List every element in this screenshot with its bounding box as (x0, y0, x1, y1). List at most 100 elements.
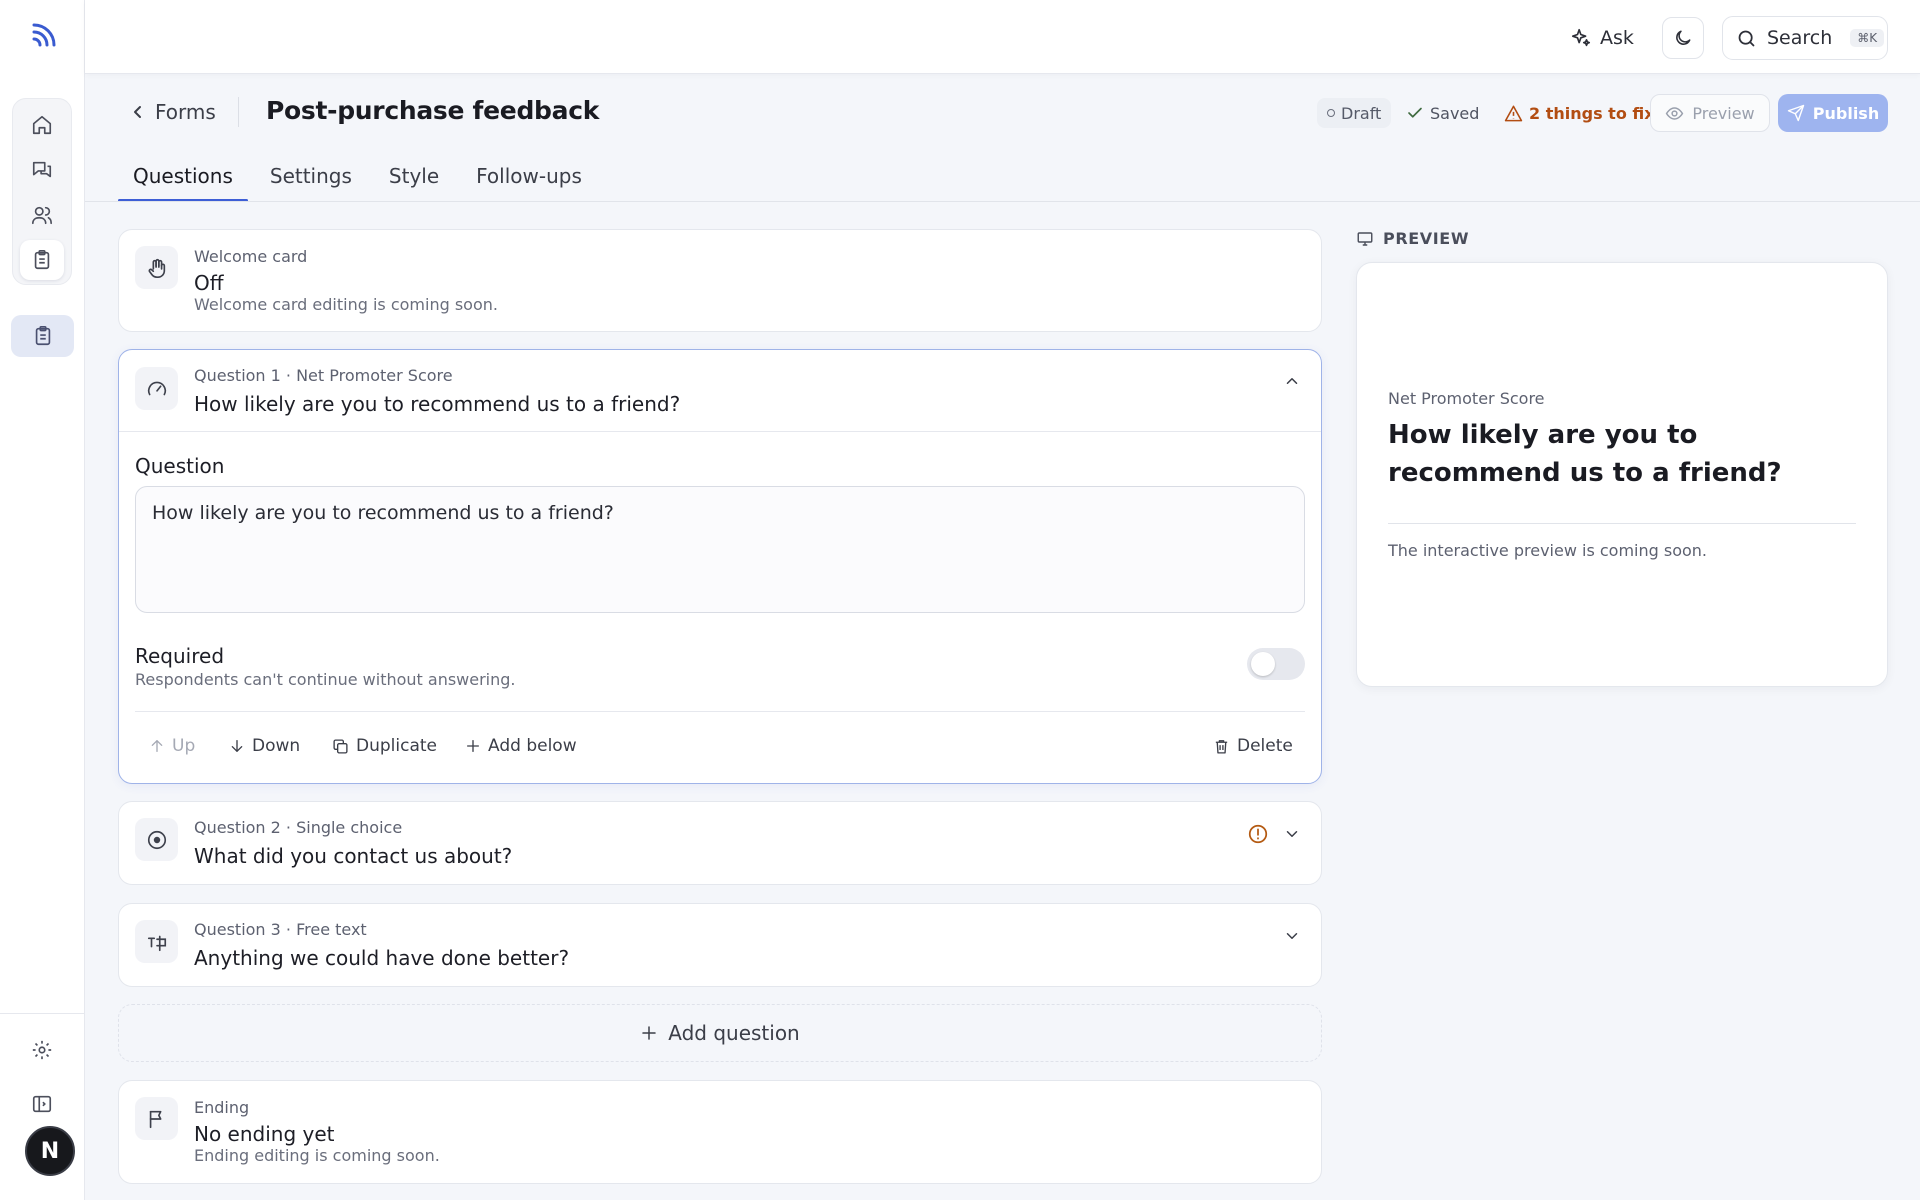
editor-tabs: Questions Settings Style Follow-ups (118, 154, 597, 202)
question-3-meta: Question 3 · Free text (194, 920, 367, 939)
check-icon (1406, 104, 1424, 122)
question-2-title: What did you contact us about? (194, 844, 513, 868)
question-1-header-divider (119, 431, 1321, 432)
duplicate-label: Duplicate (356, 736, 437, 756)
chat-icon[interactable] (20, 150, 64, 190)
preview-divider (1388, 523, 1856, 524)
clipboard-icon[interactable] (20, 240, 64, 280)
alert-circle-icon (1247, 823, 1269, 845)
draft-badge: Draft (1317, 98, 1392, 128)
moon-icon (1673, 28, 1693, 48)
trash-icon (1213, 738, 1230, 755)
question-text-input[interactable] (135, 486, 1305, 613)
user-avatar[interactable]: N (25, 1126, 75, 1176)
settings-gear-icon[interactable] (20, 1030, 64, 1070)
nav-group (12, 98, 72, 285)
preview-question-text: How likely are you to recommend us to a … (1388, 420, 1782, 488)
move-up-label: Up (172, 736, 196, 756)
ending-meta: Ending (194, 1098, 250, 1117)
forms-nav-icon[interactable] (11, 315, 74, 357)
preview-heading: PREVIEW (1356, 229, 1469, 248)
add-question-button[interactable]: Add question (118, 1004, 1322, 1062)
question-3-title: Anything we could have done better? (194, 946, 570, 970)
search-label: Search (1767, 27, 1833, 49)
preview-heading-label: PREVIEW (1383, 229, 1470, 248)
welcome-note: Welcome card editing is coming soon. (194, 295, 498, 314)
welcome-value: Off (194, 271, 224, 295)
move-up-button[interactable]: Up (149, 733, 195, 759)
question-card-3[interactable]: Question 3 · Free text Anything we could… (118, 903, 1322, 987)
add-question-label: Add question (668, 1021, 800, 1045)
welcome-card[interactable]: Welcome card Off Welcome card editing is… (118, 229, 1322, 332)
welcome-meta: Welcome card (194, 247, 308, 266)
ending-note: Ending editing is coming soon. (194, 1146, 440, 1165)
question-card-1: Question 1 · Net Promoter Score How like… (118, 349, 1322, 784)
chevron-up-icon[interactable] (1283, 372, 1301, 390)
text-cursor-icon (135, 920, 178, 963)
preview-question-type: Net Promoter Score (1388, 389, 1545, 408)
search-shortcut: ⌘K (1850, 29, 1885, 47)
radio-circle-icon (135, 818, 178, 861)
flag-icon (135, 1097, 178, 1140)
preview-button-label: Preview (1692, 103, 1755, 123)
hand-wave-icon (135, 246, 178, 289)
arrow-up-icon (149, 738, 165, 754)
saved-label: Saved (1430, 103, 1480, 123)
tab-follow-ups[interactable]: Follow-ups (454, 154, 597, 202)
required-label: Required (135, 644, 225, 668)
ending-card[interactable]: Ending No ending yet Ending editing is c… (118, 1080, 1322, 1184)
publish-button[interactable]: Publish (1778, 94, 1888, 132)
gauge-icon (135, 367, 178, 410)
issues-link[interactable]: 2 things to fix (1504, 98, 1655, 128)
required-note: Respondents can't continue without answe… (135, 670, 516, 689)
topbar: Ask Search ⌘K (85, 0, 1920, 74)
monitor-icon (1356, 230, 1374, 248)
move-down-button[interactable]: Down (229, 733, 300, 759)
send-icon (1787, 104, 1805, 122)
back-to-forms-link[interactable]: Forms (131, 100, 216, 124)
preview-card: Net Promoter Score How likely are you to… (1356, 262, 1888, 687)
required-toggle[interactable] (1247, 648, 1305, 680)
eye-icon (1665, 104, 1684, 123)
question-card-2[interactable]: Question 2 · Single choice What did you … (118, 801, 1322, 885)
ask-button[interactable]: Ask (1570, 22, 1634, 54)
tab-settings[interactable]: Settings (248, 154, 367, 202)
chevron-down-icon[interactable] (1283, 927, 1301, 945)
preview-note: The interactive preview is coming soon. (1388, 541, 1708, 560)
publish-label: Publish (1812, 103, 1880, 123)
copy-icon (332, 738, 349, 755)
users-icon[interactable] (20, 195, 64, 235)
delete-label: Delete (1237, 736, 1293, 756)
sparkle-icon (1570, 27, 1592, 49)
ending-value: No ending yet (194, 1122, 335, 1146)
ask-label: Ask (1600, 27, 1634, 49)
question-1-meta: Question 1 · Net Promoter Score (194, 366, 453, 385)
question-field-label: Question (135, 454, 225, 478)
preview-button[interactable]: Preview (1650, 94, 1770, 132)
issues-label: 2 things to fix (1529, 103, 1655, 123)
add-below-button[interactable]: Add below (465, 733, 577, 759)
draft-label: Draft (1341, 103, 1382, 123)
rss-logo-icon[interactable] (29, 20, 59, 50)
header-divider (238, 97, 239, 127)
home-icon[interactable] (20, 105, 64, 145)
move-down-label: Down (252, 736, 301, 756)
tabs-divider (85, 201, 1920, 202)
back-label: Forms (155, 100, 216, 124)
warning-triangle-icon (1504, 104, 1523, 123)
sidebar-toggle-icon[interactable] (20, 1084, 64, 1124)
tab-questions[interactable]: Questions (118, 154, 248, 202)
rail-divider (0, 1013, 85, 1014)
tab-style[interactable]: Style (367, 154, 454, 202)
chevron-down-icon[interactable] (1283, 825, 1301, 843)
chevron-left-icon (131, 104, 145, 120)
actions-divider (135, 711, 1305, 712)
side-rail: N (0, 0, 85, 1200)
delete-button[interactable]: Delete (1213, 733, 1293, 759)
arrow-down-icon (229, 738, 245, 754)
theme-toggle-button[interactable] (1662, 17, 1704, 59)
plus-icon (640, 1024, 658, 1042)
duplicate-button[interactable]: Duplicate (332, 733, 437, 759)
search-button[interactable]: Search ⌘K (1722, 16, 1888, 60)
question-1-title: How likely are you to recommend us to a … (194, 392, 681, 416)
